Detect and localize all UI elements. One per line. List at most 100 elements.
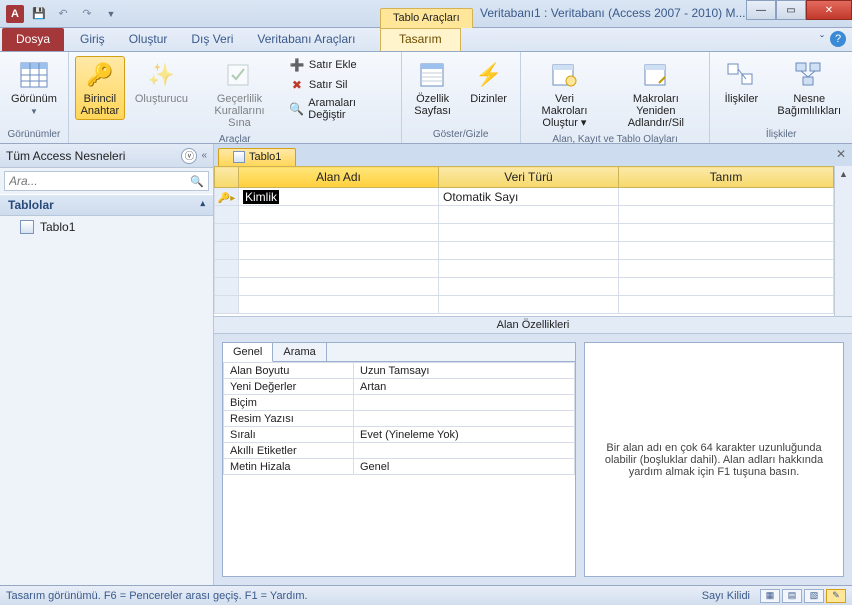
data-type-cell[interactable] [439,242,619,260]
field-row[interactable] [215,278,834,296]
field-name-cell[interactable] [239,224,439,242]
modify-lookups-button[interactable]: 🔍Aramaları Değiştir [287,96,395,122]
help-button[interactable]: ? [830,31,846,47]
minimize-button[interactable]: — [746,0,776,20]
property-sheet-button[interactable]: Özellik Sayfası [408,56,458,120]
data-type-cell[interactable] [439,260,619,278]
field-name-cell[interactable]: Kimlik [239,188,439,206]
close-button[interactable]: ✕ [806,0,852,20]
description-cell[interactable] [619,206,834,224]
minimize-ribbon-button[interactable]: ˇ [820,31,824,47]
field-name-cell[interactable] [239,206,439,224]
tab-create[interactable]: Oluştur [117,28,180,51]
create-data-macros-button[interactable]: Veri Makroları Oluştur ▾ [527,56,603,132]
property-row[interactable]: Akıllı Etiketler [224,443,575,459]
search-input[interactable] [9,174,190,188]
field-row[interactable] [215,296,834,314]
builder-button[interactable]: ✨ Oluşturucu [131,56,192,108]
description-cell[interactable] [619,278,834,296]
field-name-cell[interactable] [239,260,439,278]
field-name-cell[interactable] [239,296,439,314]
description-cell[interactable] [619,224,834,242]
field-row[interactable] [215,260,834,278]
insert-rows-button[interactable]: ➕Satır Ekle [287,56,395,74]
nav-collapse-button[interactable]: « [201,150,207,161]
vertical-scrollbar[interactable]: ▲ [834,166,852,316]
description-cell[interactable] [619,242,834,260]
scroll-up-button[interactable]: ▲ [835,166,852,182]
tab-file[interactable]: Dosya [2,28,64,51]
row-selector[interactable]: 🔑▸ [215,188,239,206]
property-grid[interactable]: Alan BoyutuUzun TamsayıYeni DeğerlerArta… [223,362,575,576]
row-selector[interactable] [215,278,239,296]
view-pivotchart-button[interactable]: ▧ [804,589,824,603]
property-value[interactable] [354,443,575,459]
property-value[interactable] [354,411,575,427]
property-row[interactable]: SıralıEvet (Yineleme Yok) [224,427,575,443]
data-type-cell[interactable] [439,224,619,242]
nav-filter-button[interactable]: ⓥ [181,148,197,164]
col-data-type[interactable]: Veri Türü [439,167,619,188]
property-row[interactable]: Metin HizalaGenel [224,459,575,475]
object-dependencies-button[interactable]: Nesne Bağımlılıkları [772,56,846,120]
indexes-button[interactable]: ⚡ Dizinler [464,56,514,108]
tab-external-data[interactable]: Dış Veri [179,28,245,51]
field-row[interactable] [215,206,834,224]
row-selector[interactable] [215,242,239,260]
description-cell[interactable] [619,188,834,206]
data-type-cell[interactable] [439,206,619,224]
tab-home[interactable]: Giriş [68,28,117,51]
description-cell[interactable] [619,296,834,314]
prop-tab-lookup[interactable]: Arama [273,343,326,362]
row-selector[interactable] [215,206,239,224]
row-selector[interactable] [215,224,239,242]
field-name-cell[interactable] [239,278,439,296]
property-value[interactable]: Uzun Tamsayı [354,363,575,379]
rename-delete-macros-button[interactable]: Makroları Yeniden Adlandır/Sil [608,56,703,132]
save-button[interactable]: 💾 [28,3,50,25]
tab-database-tools[interactable]: Veritabanı Araçları [245,28,367,51]
field-grid-table[interactable]: Alan Adı Veri Türü Tanım 🔑▸ Kimlik Otoma… [214,166,834,316]
view-button[interactable]: Görünüm ▼ [6,56,62,119]
property-row[interactable]: Resim Yazısı [224,411,575,427]
doc-tab-tablo1[interactable]: Tablo1 [218,148,296,166]
data-type-cell[interactable] [439,278,619,296]
property-value[interactable]: Artan [354,379,575,395]
relationships-button[interactable]: İlişkiler [716,56,766,108]
nav-section-tables[interactable]: Tablolar ▴ [0,194,213,216]
field-row[interactable] [215,224,834,242]
col-field-name[interactable]: Alan Adı [239,167,439,188]
col-description[interactable]: Tanım [619,167,834,188]
undo-button[interactable]: ↶ [52,3,74,25]
qat-customize[interactable]: ▼ [100,3,122,25]
prop-tab-general[interactable]: Genel [223,343,273,362]
property-value[interactable]: Genel [354,459,575,475]
property-row[interactable]: Alan BoyutuUzun Tamsayı [224,363,575,379]
data-type-cell[interactable] [439,296,619,314]
row-selector[interactable] [215,260,239,278]
view-pivottable-button[interactable]: ▤ [782,589,802,603]
view-datasheet-button[interactable]: ▦ [760,589,780,603]
nav-search[interactable]: 🔍 [4,171,209,191]
description-cell[interactable] [619,260,834,278]
redo-button[interactable]: ↷ [76,3,98,25]
nav-item-tablo1[interactable]: Tablo1 [0,216,213,238]
test-validation-button[interactable]: Geçerlilik Kurallarını Sına [198,56,281,132]
field-row[interactable] [215,242,834,260]
app-menu-button[interactable]: A [4,3,26,25]
row-selector[interactable] [215,296,239,314]
field-row[interactable]: 🔑▸ Kimlik Otomatik Sayı [215,188,834,206]
view-design-button[interactable]: ✎ [826,589,846,603]
property-row[interactable]: Yeni DeğerlerArtan [224,379,575,395]
property-row[interactable]: Biçim [224,395,575,411]
close-doc-button[interactable]: ✕ [836,147,846,161]
nav-header[interactable]: Tüm Access Nesneleri ⓥ « [0,144,213,168]
maximize-button[interactable]: ▭ [776,0,806,20]
property-value[interactable]: Evet (Yineleme Yok) [354,427,575,443]
delete-rows-button[interactable]: ✖Satır Sil [287,76,395,94]
data-type-cell[interactable]: Otomatik Sayı [439,188,619,206]
primary-key-button[interactable]: 🔑 Birincil Anahtar [75,56,125,120]
property-value[interactable] [354,395,575,411]
tab-design[interactable]: Tasarım [380,28,461,51]
field-name-cell[interactable] [239,242,439,260]
